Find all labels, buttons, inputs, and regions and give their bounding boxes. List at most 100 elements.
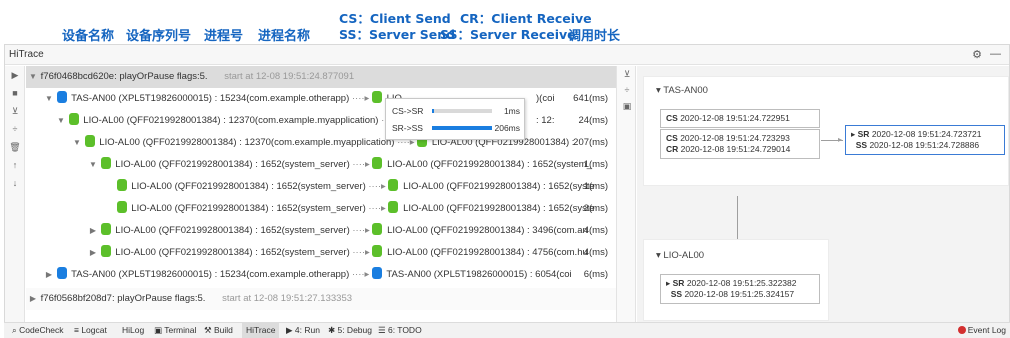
device-icon (371, 267, 382, 279)
event-box-client-pair[interactable]: CS 2020-12-08 19:51:24.723293 CR 2020-12… (660, 129, 820, 159)
device-card-title-text: LIO-AL00 (663, 250, 705, 261)
event-box-server-pair[interactable]: ▸ SR 2020-12-08 19:51:25.322382 SS 2020-… (660, 274, 820, 304)
tree-row[interactable]: ▼ LIO-AL00 (QFF0219928001384) : 1652(sys… (26, 198, 616, 220)
call-timing-tooltip: CS->SR 1ms SR->SS 206ms (385, 98, 525, 140)
trace-start-time: start at 12-08 19:51:27.133353 (222, 293, 353, 304)
down-arrow-icon[interactable]: ↓ (5, 174, 25, 192)
call-arrow-icon: ····▸ (368, 181, 389, 192)
trace-root-row[interactable]: ▶ f76f0568bf208d7: playOrPause flags:5. … (26, 288, 616, 310)
duration-value: 24(ms) (578, 115, 608, 126)
event-tag: SS (670, 289, 683, 299)
device-icon (84, 135, 95, 147)
save-icon[interactable]: ▣ (617, 98, 637, 114)
tab-run[interactable]: ▶ 4: Run (286, 323, 320, 338)
event-time: 2020-12-08 19:51:24.723293 (680, 133, 790, 143)
play-icon[interactable]: ▶ (5, 66, 25, 84)
split-icon[interactable]: ÷ (617, 82, 637, 98)
annotation-cr: CR：Client Receive (460, 11, 592, 26)
hitrace-tool-window: HiTrace ⚙ — ▶ ■ ⊻ ÷ 🗑 ↑ ↓ ▼ f76f0468bcd6… (4, 44, 1010, 326)
up-arrow-icon[interactable]: ↑ (5, 156, 25, 174)
tooltip-value: 206ms (494, 123, 520, 133)
chevron-down-icon[interactable]: ▼ (72, 132, 82, 154)
left-toolbar: ▶ ■ ⊻ ÷ 🗑 ↑ ↓ (5, 66, 25, 325)
bottom-tool-tabs: ⌕ CodeCheck ≡ Logcat HiLog ▣ Terminal ⚒ … (4, 322, 1010, 338)
event-time: 2020-12-08 19:51:24.723721 (871, 129, 982, 139)
source-node: LIO-AL00 (QFF0219928001384) : 1652(syste… (131, 181, 366, 192)
tooltip-label: CS->SR (392, 106, 424, 116)
device-icon (100, 245, 111, 257)
tab-build[interactable]: ⚒ Build (204, 323, 233, 338)
tree-row[interactable]: ▼ LIO-AL00 (QFF0219928001384) : 1652(sys… (26, 154, 616, 176)
event-tag: SR (672, 278, 685, 288)
tree-row[interactable]: ▼ LIO-AL00 (QFF0219928001384) : 12370(co… (26, 110, 616, 132)
device-card: ▾ TAS-AN00 CS 2020-12-08 19:51:24.722951… (643, 76, 1009, 186)
tree-row[interactable]: ▼ TAS-AN00 (XPL5T19826000015) : 15234(co… (26, 88, 616, 110)
tab-label: CodeCheck (19, 325, 64, 335)
call-arrow-icon: ····▸ (352, 247, 373, 258)
device-icon (116, 179, 127, 191)
chevron-down-icon[interactable]: ▼ (44, 88, 54, 110)
call-arrow-icon: ····▸ (368, 203, 389, 214)
device-icon (68, 113, 79, 125)
event-box-server-pair[interactable]: ▸ SR 2020-12-08 19:51:24.723721 SS 2020-… (845, 125, 1005, 155)
collapse-all-icon[interactable]: ÷ (5, 120, 25, 138)
call-arrow-icon: ····▸ (352, 159, 373, 170)
event-tag: CS (666, 133, 678, 143)
chevron-right-icon[interactable]: ▶ (28, 288, 38, 310)
tree-row[interactable]: ▶ TAS-AN00 (XPL5T19826000015) : 15234(co… (26, 264, 616, 286)
tab-label: 4: Run (294, 325, 320, 335)
device-icon (388, 201, 399, 213)
source-node: LIO-AL00 (QFF0219928001384) : 1652(syste… (115, 247, 350, 258)
tab-logcat[interactable]: ≡ Logcat (74, 323, 107, 338)
trace-id-label: f76f0568bf208d7: playOrPause flags:5. (40, 293, 206, 304)
chevron-right-icon[interactable]: ▶ (88, 242, 98, 264)
tab-debug[interactable]: ✱ 5: Debug (328, 323, 372, 338)
chevron-down-icon[interactable]: ▼ (56, 110, 66, 132)
trace-root-row[interactable]: ▼ f76f0468bcd620e: playOrPause flags:5. … (26, 66, 616, 88)
chevron-down-icon[interactable]: ▼ (88, 154, 98, 176)
error-icon (957, 326, 966, 334)
tab-label: 6: TODO (387, 325, 422, 335)
call-arrow-icon: ····▸ (352, 225, 373, 236)
tree-row[interactable]: ▼ LIO-AL00 (QFF0219928001384) : 12370(co… (26, 132, 616, 154)
tab-hilog[interactable]: HiLog (122, 323, 144, 338)
tab-hitrace[interactable]: HiTrace (242, 323, 280, 338)
tab-todo[interactable]: ☰ 6: TODO (378, 323, 422, 338)
expand-all-icon[interactable]: ⊻ (5, 102, 25, 120)
source-node: LIO-AL00 (QFF0219928001384) : 1652(syste… (115, 225, 350, 236)
event-log-button[interactable]: Event Log (957, 323, 1006, 338)
annotation-cs: CS：Client Send (339, 11, 451, 26)
expand-icon[interactable]: ⊻ (617, 66, 637, 82)
chevron-right-icon[interactable]: ▶ (88, 220, 98, 242)
tree-row[interactable]: ▼ LIO-AL00 (QFF0219928001384) : 1652(sys… (26, 176, 616, 198)
event-box-client-send[interactable]: CS 2020-12-08 19:51:24.722951 (660, 109, 820, 128)
delete-icon[interactable]: 🗑 (5, 138, 25, 156)
tab-codecheck[interactable]: ⌕ CodeCheck (12, 323, 64, 338)
call-arrow-icon: ····▸ (351, 93, 372, 104)
trace-tree: ▼ f76f0468bcd620e: playOrPause flags:5. … (26, 66, 616, 325)
tab-label: HiTrace (246, 325, 276, 335)
tooltip-label: SR->SS (392, 123, 423, 133)
minimize-icon[interactable]: — (990, 48, 1001, 61)
gear-icon[interactable]: ⚙ (972, 48, 982, 61)
chevron-right-icon[interactable]: ▶ (44, 264, 54, 286)
event-time: 2020-12-08 19:51:24.722951 (680, 113, 790, 123)
call-arrow-icon: ····▸ (351, 269, 372, 280)
source-node: TAS-AN00 (XPL5T19826000015) : 15234(com.… (71, 93, 350, 104)
tool-window-titlebar: HiTrace ⚙ — (5, 45, 1009, 65)
tree-row[interactable]: ▶ LIO-AL00 (QFF0219928001384) : 1652(sys… (26, 242, 616, 264)
tab-label: Terminal (164, 325, 197, 335)
event-time: 2020-12-08 19:51:24.729014 (680, 144, 791, 154)
call-graph-pane: ▾ TAS-AN00 CS 2020-12-08 19:51:24.722951… (637, 66, 1009, 325)
chevron-down-icon[interactable]: ▼ (28, 66, 38, 88)
tab-terminal[interactable]: ▣ Terminal (154, 323, 196, 338)
tree-row[interactable]: ▶ LIO-AL00 (QFF0219928001384) : 1652(sys… (26, 220, 616, 242)
view-toolbar: ⊻ ÷ ▣ (616, 66, 636, 325)
source-node: LIO-AL00 (QFF0219928001384) : 1652(syste… (131, 203, 366, 214)
event-tag: CS (666, 113, 678, 123)
duration-value: 3(ms) (583, 203, 608, 214)
device-icon (372, 245, 383, 257)
timing-bar-fill (432, 109, 434, 113)
stop-icon[interactable]: ■ (5, 84, 25, 102)
device-icon (372, 157, 383, 169)
